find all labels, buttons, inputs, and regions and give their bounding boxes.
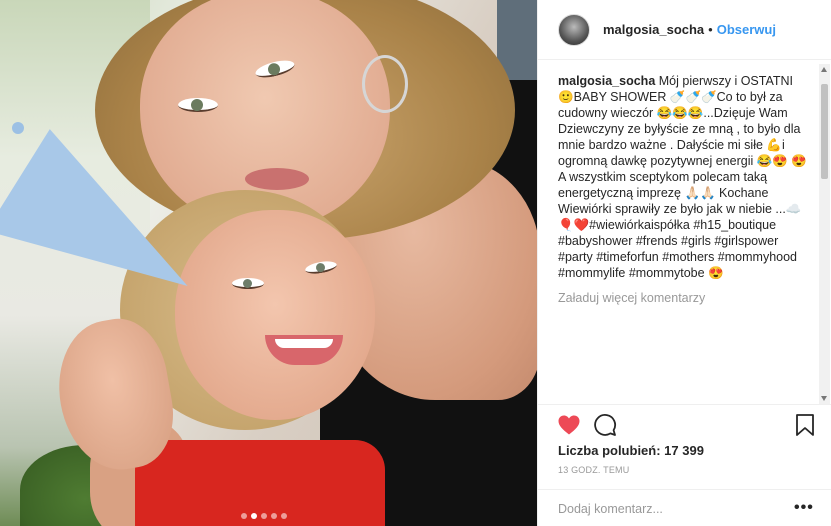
comment-icon[interactable] [593,413,617,437]
add-comment-bar [538,489,831,526]
post-timestamp[interactable]: 13 GODZ. TEMU [558,465,629,475]
comment-input[interactable] [558,501,778,516]
caption: malgosia_socha Mój pierwszy i OSTATNI 🙂B… [558,73,810,281]
header-username[interactable]: malgosia_socha [603,22,704,37]
party-hat-tip [12,122,24,134]
carousel-dot[interactable] [261,513,267,519]
more-options-icon[interactable]: ••• [794,499,814,517]
caption-username[interactable]: malgosia_socha [558,74,655,88]
photo-eye [178,98,218,112]
heart-icon[interactable] [557,413,581,437]
carousel-indicator [241,513,287,519]
comments-scrollbar[interactable] [819,64,830,404]
photo-eye [232,278,264,289]
header-separator: • [708,22,713,37]
post-header: malgosia_socha • Obserwuj [538,0,831,60]
post-photo[interactable] [0,0,537,526]
load-more-comments-button[interactable]: Załaduj więcej komentarzy [558,290,810,306]
scroll-up-arrow-icon[interactable] [821,67,827,72]
photo-earring [362,55,408,113]
photo-lips [245,168,309,190]
likes-count[interactable]: Liczba polubień: 17 399 [558,443,704,458]
post-actions: Liczba polubień: 17 399 13 GODZ. TEMU ••… [538,404,831,526]
bookmark-icon[interactable] [794,413,816,437]
carousel-dot[interactable] [251,513,257,519]
carousel-dot[interactable] [241,513,247,519]
post-sidebar: malgosia_socha • Obserwuj malgosia_socha… [537,0,831,526]
caption-text: Mój pierwszy i OSTATNI 🙂BABY SHOWER 🍼🍼🍼C… [558,74,807,280]
carousel-dot[interactable] [281,513,287,519]
scroll-down-arrow-icon[interactable] [821,396,827,401]
scroll-thumb[interactable] [821,84,828,179]
comments-list: malgosia_socha Mój pierwszy i OSTATNI 🙂B… [558,73,810,403]
carousel-dot[interactable] [271,513,277,519]
avatar[interactable] [558,13,590,46]
follow-button[interactable]: Obserwuj [717,22,776,37]
